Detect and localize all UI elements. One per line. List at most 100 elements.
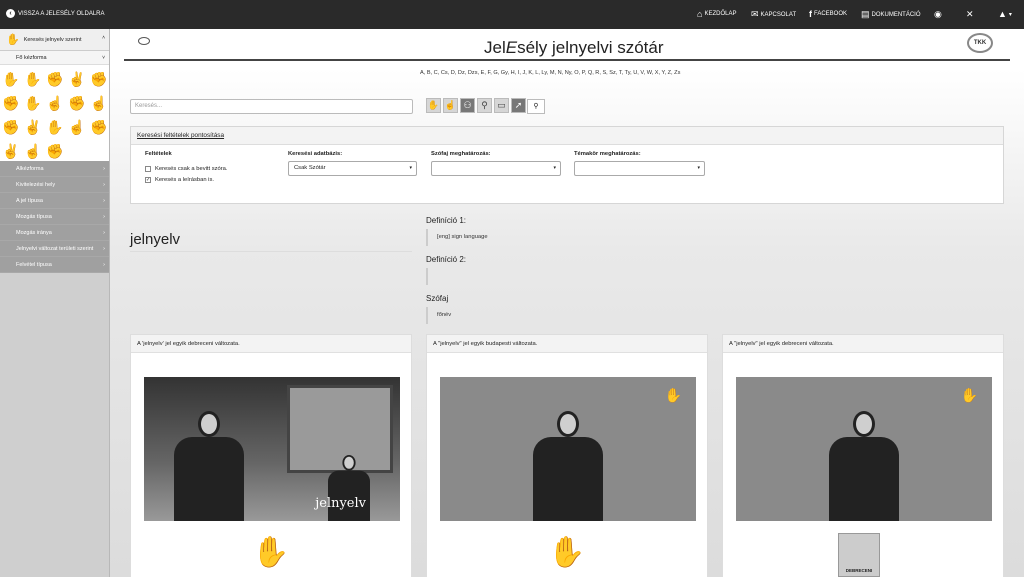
search-input[interactable]: Keresés... [130, 99, 413, 114]
video-card: A "jelnyelv" jel egyik budapesti változa… [426, 334, 708, 577]
handshape-option[interactable]: ✊ [0, 115, 22, 139]
facebook-icon: f [809, 9, 812, 19]
checkmark-icon: ✓ [145, 177, 151, 183]
handshape-option[interactable]: ☝ [66, 115, 88, 139]
chevron-right-icon: › [103, 166, 105, 172]
page-title: JelEsély jelnyelvi szótár [484, 38, 664, 58]
sidebar-item-sign-type[interactable]: A jel típusa › [0, 193, 109, 209]
sign-video[interactable]: ✋ [440, 377, 696, 521]
handshape-option[interactable]: ✌ [0, 139, 22, 163]
arrow-left-icon: ‹ [6, 9, 15, 18]
movement-icon[interactable]: ➚ [511, 98, 526, 113]
sidebar-search-by-label: Keresés jelnyelv szerint [23, 36, 82, 43]
document-icon: ▤ [861, 9, 870, 19]
definition1-label: Definíció 1: [426, 216, 467, 225]
region-map-image: DEBRECENI [838, 533, 880, 577]
search-description-checkbox[interactable]: ✓ Keresés a leírásban is. [145, 177, 214, 183]
signer-figure [328, 455, 370, 521]
handshape-option[interactable]: ✋ [0, 67, 22, 91]
nav-facebook-label: FACEBOOK [814, 11, 848, 17]
main-handform-label: Fő kézforma [16, 55, 47, 61]
handshape-option[interactable]: ☝ [88, 91, 110, 115]
title-divider [124, 59, 1010, 61]
search-description-label: Keresés a leírásban is. [155, 177, 214, 183]
chevron-down-icon: ˅ [102, 55, 105, 61]
search-icon: ⚲ [533, 103, 539, 110]
sidebar-search-by[interactable]: ✋ Keresés jelnyelv szerint ˄ [0, 29, 109, 51]
pos-select[interactable]: ▾ [431, 161, 561, 176]
sidebar-item-label: Alkézforma [16, 166, 44, 172]
handshape-option[interactable]: ✊ [0, 91, 22, 115]
chevron-right-icon: › [103, 230, 105, 236]
sidebar-item-regional-variant[interactable]: Jelnyelvi változat területi szerint › [0, 241, 109, 257]
language-button[interactable]: ✕ [966, 9, 974, 20]
sidebar-item-secondary-handform[interactable]: Alkézforma › [0, 161, 109, 177]
sidebar-item-label: Felvétel típusa [16, 262, 52, 268]
topic-label: Témakör meghatározás: [574, 151, 641, 157]
signer-figure [174, 411, 244, 521]
filter-panel-title: Keresési feltételek pontosítása [137, 132, 225, 139]
person-icon[interactable]: ⚇ [460, 98, 475, 113]
handshape-option[interactable]: ✊ [66, 91, 88, 115]
back-link[interactable]: ‹ VISSZA A JELESÉLY OLDALRA [6, 9, 105, 18]
sidebar-item-recording-type[interactable]: Felvétel típusa › [0, 257, 109, 273]
sign-video[interactable]: jelnyelv [144, 377, 400, 521]
sidebar-item-movement-direction[interactable]: Mozgás iránya › [0, 225, 109, 241]
word-only-label: Keresés csak a bevitt szóra. [155, 166, 228, 172]
handshape-option[interactable]: ✋ [22, 91, 44, 115]
handshape-option[interactable]: ✌ [66, 67, 88, 91]
entry-word: jelnyelv [130, 231, 181, 248]
hand-point-icon[interactable]: ☝ [443, 98, 458, 113]
body-location-icon[interactable]: ⚲ [477, 98, 492, 113]
caret-down-icon: ▾ [1008, 11, 1012, 18]
search-tool-icons: ✋ ☝ ⚇ ⚲ ▭ ➚ [426, 98, 526, 113]
handshape-option[interactable]: ☝ [22, 139, 44, 163]
sidebar-main-handform[interactable]: Fő kézforma ˅ [0, 51, 109, 65]
sign-language-logo-icon: ✋ [664, 387, 682, 403]
handshape-search-icon[interactable]: ✋ [426, 98, 441, 113]
word-only-checkbox[interactable]: Keresés csak a bevitt szóra. [145, 166, 228, 172]
map-icon[interactable]: ▭ [494, 98, 509, 113]
alphabet-index[interactable]: A, B, C, Cs, D, Dz, Dzs, E, F, G, Gy, H,… [420, 70, 680, 76]
conditions-label: Feltételek [145, 151, 172, 157]
video-card-caption: A "jelnyelv" jel egyik budapesti változa… [427, 335, 707, 353]
partner-logo [138, 37, 215, 45]
sidebar-item-movement-type[interactable]: Mozgás típusa › [0, 209, 109, 225]
topic-select[interactable]: ▾ [574, 161, 705, 176]
handshape-option[interactable]: ✊ [88, 115, 110, 139]
search-button[interactable]: ⚲ [527, 99, 545, 114]
handshape-grid: ✋ ✋ ✊ ✌ ✊ ✊ ✋ ☝ ✊ ☝ ✊ ✌ ✋ ☝ ✊ ✌ ☝ ✊ [0, 65, 109, 161]
chevron-right-icon: › [103, 262, 105, 268]
handshape-option[interactable]: ✊ [88, 67, 110, 91]
sidebar-item-location[interactable]: Kivitelezési hely › [0, 177, 109, 193]
video-card: A "jelnyelv" jel egyik debreceni változa… [722, 334, 1004, 577]
handshape-option[interactable]: ☝ [44, 91, 66, 115]
pos-value: főnév [426, 307, 451, 324]
sidebar-item-label: A jel típusa [16, 198, 43, 204]
database-select[interactable]: Csak Szótár ▾ [288, 161, 417, 176]
filter-panel-header[interactable]: Keresési feltételek pontosítása [131, 127, 1003, 145]
handshape-option[interactable]: ✊ [44, 139, 66, 163]
signer-figure [829, 411, 899, 521]
database-label: Keresési adatbázis: [288, 151, 343, 157]
signer-figure [533, 411, 603, 521]
database-select-value: Csak Szótár [294, 165, 326, 171]
back-link-label: VISSZA A JELESÉLY OLDALRA [18, 10, 105, 17]
sign-video[interactable]: ✋ [736, 377, 992, 521]
nav-contact[interactable]: ✉ KAPCSOLAT [751, 9, 796, 20]
chevron-right-icon: › [103, 198, 105, 204]
user-menu-button[interactable]: ▲ ▾ [998, 9, 1012, 19]
accessibility-button[interactable]: ◉ [934, 9, 942, 20]
nav-facebook[interactable]: f FACEBOOK [809, 9, 847, 19]
title-part-italic: E [505, 38, 518, 57]
tkk-logo: TKK [967, 33, 993, 53]
handshape-option[interactable]: ✌ [22, 115, 44, 139]
sidebar-item-label: Jelnyelvi változat területi szerint [16, 246, 94, 252]
nav-home[interactable]: ⌂ KEZDŐLAP [697, 9, 736, 19]
handshape-option[interactable]: ✊ [44, 67, 66, 91]
caret-down-icon: ▾ [697, 165, 700, 171]
handshape-option[interactable]: ✋ [44, 115, 66, 139]
nav-docs[interactable]: ▤ DOKUMENTÁCIÓ [861, 9, 921, 20]
title-part: sély jelnyelvi szótár [517, 38, 664, 57]
handshape-option[interactable]: ✋ [22, 67, 44, 91]
